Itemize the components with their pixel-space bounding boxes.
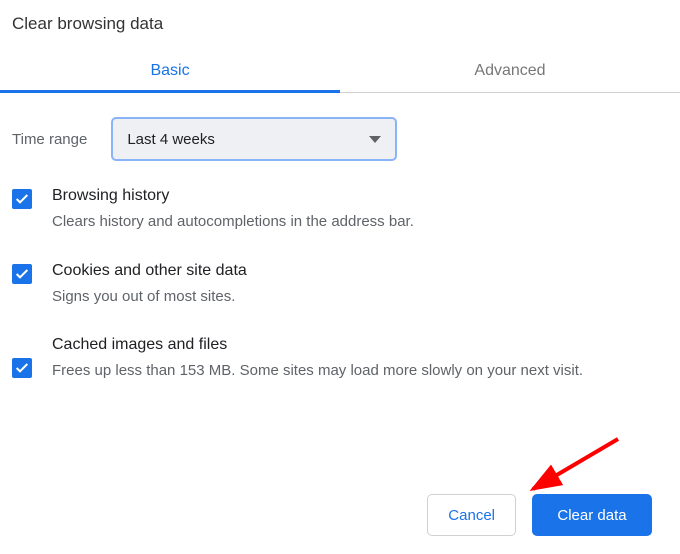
tabs: Basic Advanced — [0, 52, 680, 93]
checkbox-cookies[interactable] — [12, 264, 32, 284]
option-desc: Signs you out of most sites. — [52, 286, 247, 309]
time-range-row: Time range Last 4 weeks — [0, 93, 680, 171]
checkmark-icon — [14, 360, 30, 376]
option-text: Cookies and other site data Signs you ou… — [52, 262, 247, 309]
tab-advanced[interactable]: Advanced — [340, 52, 680, 92]
option-label: Browsing history — [52, 187, 414, 205]
clear-browsing-data-dialog: Clear browsing data Basic Advanced Time … — [0, 0, 680, 389]
option-desc: Clears history and autocompletions in th… — [52, 211, 414, 234]
checkmark-icon — [14, 266, 30, 282]
checkbox-browsing-history[interactable] — [12, 189, 32, 209]
time-range-label: Time range — [12, 131, 87, 148]
option-label: Cookies and other site data — [52, 262, 247, 280]
checkbox-cached[interactable] — [12, 358, 32, 378]
option-label: Cached images and files — [52, 336, 583, 354]
checkmark-icon — [14, 191, 30, 207]
option-cached: Cached images and files Frees up less th… — [0, 314, 680, 389]
option-text: Cached images and files Frees up less th… — [52, 336, 583, 383]
dialog-footer: Cancel Clear data — [427, 494, 652, 536]
option-browsing-history: Browsing history Clears history and auto… — [0, 171, 680, 240]
cancel-button[interactable]: Cancel — [427, 494, 516, 536]
dialog-title: Clear browsing data — [0, 8, 680, 52]
clear-data-button[interactable]: Clear data — [532, 494, 652, 536]
option-text: Browsing history Clears history and auto… — [52, 187, 414, 234]
time-range-value: Last 4 weeks — [127, 131, 215, 148]
chevron-down-icon — [369, 136, 381, 143]
option-cookies: Cookies and other site data Signs you ou… — [0, 240, 680, 315]
option-desc: Frees up less than 153 MB. Some sites ma… — [52, 360, 583, 383]
tab-basic[interactable]: Basic — [0, 52, 340, 92]
time-range-select[interactable]: Last 4 weeks — [111, 117, 397, 161]
